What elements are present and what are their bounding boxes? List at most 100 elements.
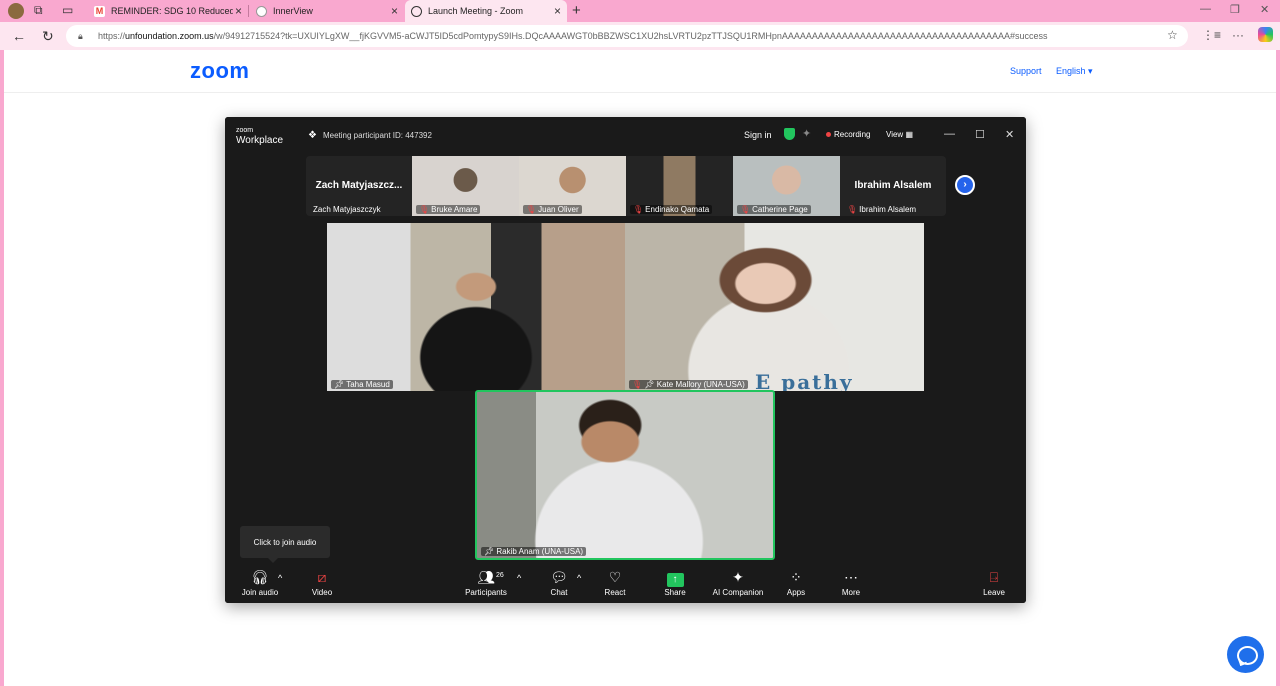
- back-icon[interactable]: ←: [12, 28, 26, 44]
- ai-companion-icon: ✦: [732, 569, 744, 585]
- video-tile[interactable]: 📌︎ Taha Masud: [327, 223, 625, 391]
- url-prefix: https://: [98, 31, 126, 41]
- participant-name: Bruke Amare: [431, 205, 478, 214]
- tooltip-text: Click to join audio: [253, 537, 317, 547]
- participants-paw-icon: ❖: [308, 130, 317, 141]
- support-chat-icon[interactable]: [1227, 636, 1264, 673]
- muted-mic-icon: 🎙︎: [847, 205, 858, 214]
- next-page-chevron-icon[interactable]: ›: [955, 175, 975, 195]
- chat-caret-icon[interactable]: ^: [577, 573, 581, 583]
- close-tab-icon[interactable]: ×: [554, 4, 561, 18]
- muted-mic-icon: 🎙︎: [740, 205, 751, 214]
- meeting-maximize-icon[interactable]: ☐: [975, 128, 985, 141]
- pin-icon: 📌︎: [484, 547, 495, 556]
- muted-mic-icon: 🎙︎: [633, 205, 644, 214]
- sign-in-button[interactable]: Sign in: [744, 130, 772, 140]
- refresh-icon[interactable]: ↻: [42, 28, 54, 45]
- grid-icon: ▦: [905, 130, 913, 139]
- tab-label: InnerView: [273, 6, 313, 16]
- shirt-text: E pathy: [755, 370, 854, 391]
- restore-icon[interactable]: ❐: [1230, 3, 1240, 16]
- tab-innerview[interactable]: InnerView ×: [250, 0, 404, 22]
- site-info-icon[interactable]: 🔒︎: [78, 31, 90, 42]
- copilot-icon[interactable]: [1258, 27, 1273, 42]
- more-label: More: [841, 588, 861, 597]
- participants-caret-icon[interactable]: ^: [517, 573, 521, 583]
- brand-big: Workplace: [236, 135, 284, 146]
- join-audio-button[interactable]: 🎧︎ Join audio: [228, 569, 292, 597]
- tab-actions-icon[interactable]: ▭: [62, 3, 78, 19]
- innerview-icon: [256, 5, 267, 17]
- ai-sparkle-icon[interactable]: ✦: [802, 127, 811, 140]
- participants-icon: 👥︎: [477, 569, 495, 585]
- address-bar-row: ← ↻ 🔒︎ https://unfoundation.zoom.us/w/94…: [0, 22, 1280, 50]
- workspaces-icon[interactable]: ⧉: [34, 3, 50, 19]
- favorite-star-icon[interactable]: ☆: [1167, 28, 1178, 42]
- participant-tile[interactable]: 🎙︎ Endinako Qamata: [626, 156, 733, 216]
- muted-mic-icon: 🎙︎: [419, 205, 430, 214]
- tab-reminder[interactable]: M REMINDER: SDG 10 Reduced Ineq ×: [88, 0, 248, 22]
- zoom-logo[interactable]: zoom: [190, 58, 249, 84]
- recording-label: Recording: [834, 130, 871, 139]
- react-button[interactable]: ♡ React: [583, 569, 647, 597]
- close-window-icon[interactable]: ✕: [1260, 3, 1269, 16]
- share-label: Share: [664, 588, 686, 597]
- participant-name: Zach Matyjaszczyk: [313, 205, 381, 214]
- minimize-icon[interactable]: —: [1200, 3, 1211, 15]
- react-label: React: [604, 588, 626, 597]
- site-header: zoom Support English ▾: [4, 50, 1276, 93]
- leave-button[interactable]: ⍈ Leave: [962, 569, 1026, 597]
- participant-tile[interactable]: 🎙︎ Catherine Page: [733, 156, 840, 216]
- participant-tile[interactable]: 🎙︎ Bruke Amare: [412, 156, 519, 216]
- ai-companion-button[interactable]: ✦ AI Companion: [706, 569, 770, 597]
- zoom-workplace-logo: zoom Workplace: [236, 126, 284, 146]
- more-options-icon[interactable]: ···: [1232, 28, 1244, 42]
- share-button[interactable]: ↑ Share: [643, 569, 707, 597]
- video-tile[interactable]: E pathy 🎙︎ 📌︎ Kate Mallory (UNA-USA): [625, 223, 924, 391]
- profile-avatar-icon[interactable]: [8, 3, 24, 19]
- video-button[interactable]: ⧄ Video: [290, 569, 354, 597]
- muted-mic-icon: 🎙︎: [526, 205, 537, 214]
- video-name-tag: 📌︎ Taha Masud: [331, 380, 393, 389]
- participants-label: Participants: [465, 588, 507, 597]
- video-participant-name: Taha Masud: [346, 380, 390, 389]
- language-dropdown[interactable]: English ▾: [1056, 66, 1093, 77]
- tab-launch-meeting[interactable]: Launch Meeting - Zoom ×: [405, 0, 567, 22]
- audio-options-caret-icon[interactable]: ^: [278, 573, 282, 583]
- favorites-icon[interactable]: ⋮≡: [1202, 28, 1221, 42]
- chat-button[interactable]: 💬︎ Chat: [527, 569, 591, 597]
- url-field[interactable]: 🔒︎ https://unfoundation.zoom.us/w/949127…: [66, 25, 1188, 47]
- close-tab-icon[interactable]: ×: [391, 4, 398, 18]
- close-tab-icon[interactable]: ×: [235, 4, 242, 18]
- chat-icon: 💬︎: [550, 569, 568, 585]
- video-name-tag: 📌︎ Rakib Anam (UNA-USA): [481, 547, 587, 556]
- new-tab-button[interactable]: +: [572, 2, 581, 19]
- gmail-icon: M: [94, 5, 105, 17]
- support-link[interactable]: Support: [1010, 66, 1042, 76]
- participant-big-name: Zach Matyjaszcz...: [315, 180, 403, 191]
- record-dot-icon: [826, 132, 831, 137]
- recording-indicator[interactable]: Recording: [826, 130, 870, 139]
- caret-down-icon: ▾: [1088, 66, 1093, 76]
- more-button[interactable]: ⋯ More: [819, 569, 883, 597]
- pin-icon: 📌︎: [644, 380, 655, 389]
- participant-tile[interactable]: Zach Matyjaszcz... Zach Matyjaszczyk: [306, 156, 412, 216]
- view-button[interactable]: View ▦: [886, 130, 913, 139]
- tab-label: Launch Meeting - Zoom: [428, 6, 524, 16]
- encryption-shield-icon[interactable]: [784, 128, 795, 140]
- participant-id-text: Meeting participant ID: 447392: [322, 131, 432, 140]
- participants-button[interactable]: 👥︎ Participants: [454, 569, 518, 597]
- brand-small: zoom: [236, 127, 254, 134]
- zoom-meeting-window: zoom Workplace ❖ Meeting participant ID:…: [225, 117, 1026, 603]
- participant-name-tag: 🎙︎ Juan Oliver: [523, 205, 582, 214]
- meeting-minimize-icon[interactable]: —: [944, 128, 955, 140]
- meeting-toolbar: 🎧︎ Join audio ^ ⧄ Video 👥︎ Participants …: [225, 563, 1026, 603]
- meeting-close-icon[interactable]: ✕: [1005, 128, 1014, 141]
- participant-tile[interactable]: Ibrahim Alsalem 🎙︎ Ibrahim Alsalem: [840, 156, 946, 216]
- participant-name: Juan Oliver: [538, 205, 579, 214]
- ai-companion-label: AI Companion: [712, 588, 764, 597]
- participant-name-tag: Zach Matyjaszczyk: [310, 205, 384, 214]
- video-participant-name: Rakib Anam (UNA-USA): [496, 547, 584, 556]
- active-speaker-video-tile[interactable]: 📌︎ Rakib Anam (UNA-USA): [475, 390, 775, 560]
- participant-tile[interactable]: 🎙︎ Juan Oliver: [519, 156, 626, 216]
